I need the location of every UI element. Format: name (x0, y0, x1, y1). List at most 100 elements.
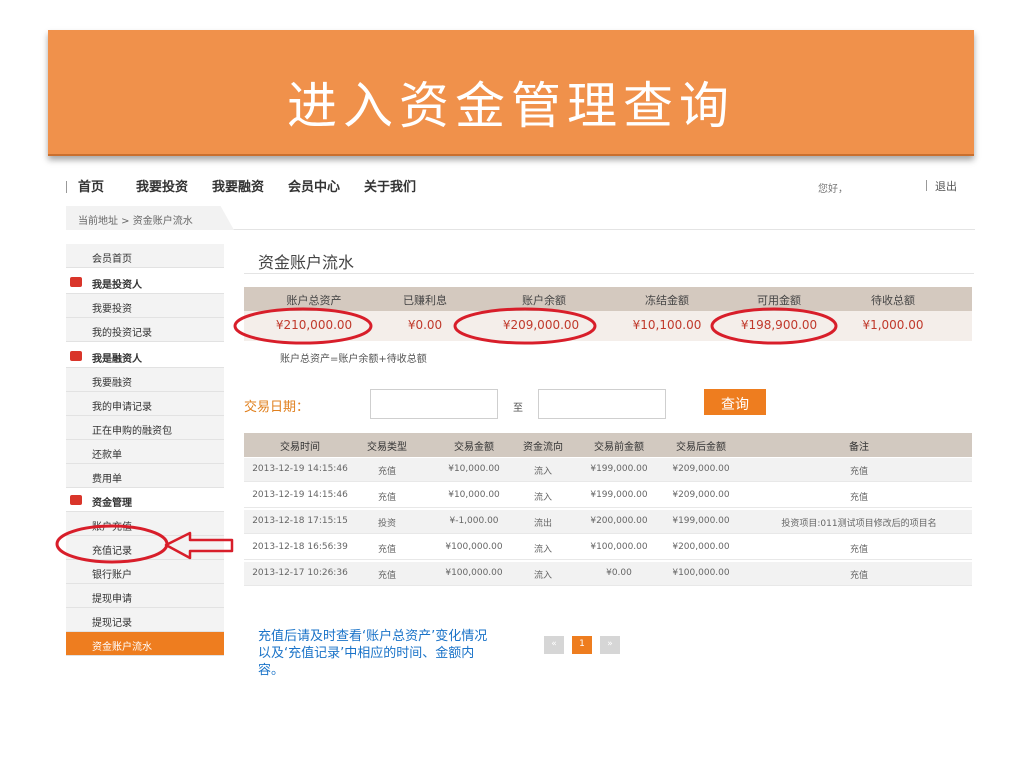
sidebar-item[interactable]: 我的投资记录 (66, 318, 224, 342)
nav-home[interactable]: 首页 (78, 176, 104, 195)
sidebar-item-label: 费用单 (92, 474, 122, 485)
logout-link[interactable]: 退出 (935, 178, 957, 194)
sidebar-item-label: 充值记录 (92, 546, 132, 557)
table-cell: ¥100,000.00 (445, 568, 503, 578)
table-cell: 充值 (377, 545, 396, 555)
nav-divider (926, 180, 927, 191)
sidebar-item[interactable]: 提现记录 (66, 608, 224, 632)
sidebar-item[interactable]: 我要融资 (66, 368, 224, 392)
table-cell: 2013-12-18 16:56:39 (252, 542, 348, 552)
sidebar-item[interactable]: 会员首页 (66, 244, 224, 268)
table-row: 2013-12-17 10:26:36 充值 ¥100,000.00 流入 ¥0.00 ¥… (244, 562, 972, 586)
sidebar-item-label: 我是投资人 (92, 280, 142, 291)
sidebar-item-label: 我的申请记录 (92, 402, 152, 413)
summary-value-balance: ¥209,000.00 (502, 318, 580, 332)
sidebar-item[interactable]: 还款单 (66, 440, 224, 464)
table-cell: 流出 (533, 519, 552, 529)
table-cell: 充值 (377, 571, 396, 581)
sidebar-item-label: 资金账户流水 (92, 642, 152, 653)
table-row: 2013-12-19 14:15:46 充值 ¥10,000.00 流入 ¥199,00… (244, 458, 972, 482)
pager-prev-button[interactable]: « (544, 636, 564, 654)
summary-header-total-assets: 账户总资产 (286, 294, 342, 307)
table-cell: ¥-1,000.00 (449, 516, 499, 526)
nav-member-center[interactable]: 会员中心 (288, 176, 340, 195)
end-date-input[interactable] (538, 389, 666, 419)
nav-greeting: 您好， (818, 184, 848, 195)
table-header-cell: 资金流向 (523, 442, 563, 453)
nav-divider (66, 181, 67, 193)
table-cell: ¥199,000.00 (590, 490, 648, 500)
nav-invest[interactable]: 我要投资 (136, 176, 188, 195)
summary-value-earned-interest: ¥0.00 (407, 318, 443, 332)
summary-value-receivable: ¥1,000.00 (862, 318, 924, 332)
nav-financing[interactable]: 我要融资 (212, 176, 264, 195)
table-header-cell: 备注 (849, 442, 869, 453)
table-cell: 充值 (849, 571, 868, 581)
sidebar-item-label: 资金管理 (92, 498, 132, 509)
sidebar-item-label: 银行账户 (92, 570, 132, 581)
table-cell: ¥10,000.00 (448, 464, 500, 474)
table-row: 2013-12-18 17:15:15 投资 ¥-1,000.00 流出 ¥200,00… (244, 510, 972, 534)
table-cell: ¥200,000.00 (590, 516, 648, 526)
title-banner: 进入资金管理查询 (48, 30, 974, 156)
sidebar-item[interactable]: 账户充值 (66, 512, 224, 536)
table-cell: ¥0.00 (606, 568, 632, 578)
sidebar-item-label: 还款单 (92, 450, 122, 461)
summary-header-frozen: 冻结金额 (645, 294, 689, 307)
table-cell: 流入 (533, 493, 552, 503)
sidebar-item[interactable]: 我要投资 (66, 294, 224, 318)
table-cell: 流入 (533, 571, 552, 581)
table-header-cell: 交易前金额 (594, 442, 644, 453)
sidebar-item[interactable]: 我是融资人 (66, 344, 224, 368)
sidebar-item-label: 我的投资记录 (92, 328, 152, 339)
sidebar-item[interactable]: 资金账户流水 (66, 632, 224, 656)
table-cell: ¥100,000.00 (590, 542, 648, 552)
table-header-cell: 交易类型 (367, 442, 407, 453)
slide: 进入资金管理查询 首页 我要投资 我要融资 会员中心 关于我们 您好， 退出 当… (0, 0, 1024, 768)
sidebar-item[interactable]: 我的申请记录 (66, 392, 224, 416)
pager-current-page[interactable]: 1 (572, 636, 592, 654)
username-redacted (852, 178, 904, 192)
table-cell: 2013-12-19 14:15:46 (252, 490, 348, 500)
table-cell: 充值 (849, 467, 868, 477)
table-cell: 2013-12-19 14:15:46 (252, 464, 348, 474)
sidebar-item[interactable]: 资金管理 (66, 488, 224, 512)
sidebar-item[interactable]: 正在申购的融资包 (66, 416, 224, 440)
title-divider (244, 273, 974, 274)
table-row: 2013-12-19 14:15:46 充值 ¥10,000.00 流入 ¥199,00… (244, 484, 972, 508)
table-cell: 流入 (533, 545, 552, 555)
summary-note: 账户总资产=账户余额+待收总额 (280, 354, 427, 365)
sidebar-item[interactable]: 充值记录 (66, 536, 224, 560)
table-header-cell: 交易金额 (454, 442, 494, 453)
sidebar-item[interactable]: 费用单 (66, 464, 224, 488)
summary-header-earned-interest: 已赚利息 (403, 294, 447, 307)
breadcrumb: 当前地址 > 资金账户流水 (66, 206, 234, 230)
sidebar-item-label: 我要投资 (92, 304, 132, 315)
slide-title: 进入资金管理查询 (287, 77, 735, 135)
sidebar-item[interactable]: 提现申请 (66, 584, 224, 608)
table-cell: ¥100,000.00 (445, 542, 503, 552)
nav-about[interactable]: 关于我们 (364, 176, 416, 195)
sidebar-item-label: 我要融资 (92, 378, 132, 389)
date-range-separator: 至 (513, 403, 523, 414)
sidebar-item-label: 提现申请 (92, 594, 132, 605)
summary-header-receivable: 待收总额 (871, 294, 915, 307)
table-row: 2013-12-18 16:56:39 充值 ¥100,000.00 流入 ¥100,0… (244, 536, 972, 560)
table-cell: 充值 (377, 493, 396, 503)
table-cell: 2013-12-17 10:26:36 (252, 568, 348, 578)
query-button[interactable]: 查询 (704, 389, 766, 415)
sidebar-item[interactable]: 我是投资人 (66, 270, 224, 294)
table-header-cell: 交易后金额 (676, 442, 726, 453)
summary-header-available: 可用金额 (757, 294, 801, 307)
table-cell: 充值 (377, 467, 396, 477)
table-cell: 流入 (533, 467, 552, 477)
start-date-input[interactable] (370, 389, 498, 419)
sidebar-item-label: 会员首页 (92, 254, 132, 265)
pager-next-button[interactable]: » (600, 636, 620, 654)
table-cell: ¥209,000.00 (672, 464, 730, 474)
sidebar-item-label: 账户充值 (92, 522, 132, 533)
sidebar-item[interactable]: 银行账户 (66, 560, 224, 584)
table-cell: 充值 (849, 493, 868, 503)
table-header-cell: 交易时间 (280, 442, 320, 453)
table-cell: ¥199,000.00 (590, 464, 648, 474)
